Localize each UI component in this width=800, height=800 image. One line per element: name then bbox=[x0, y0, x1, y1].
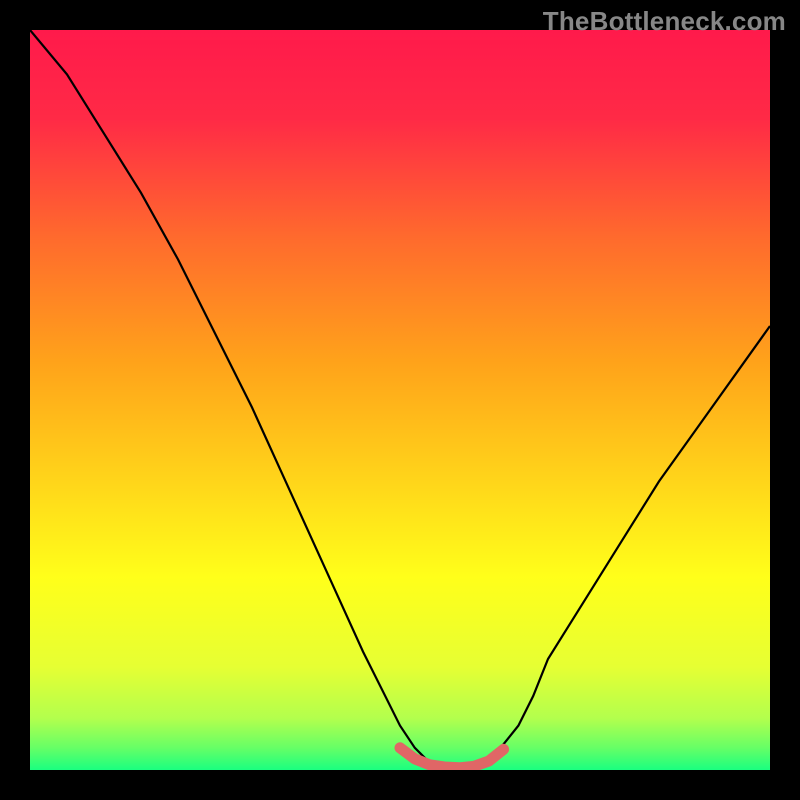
main-curve bbox=[30, 30, 770, 768]
curve-layer bbox=[30, 30, 770, 770]
trough-marker bbox=[400, 748, 504, 768]
plot-area bbox=[30, 30, 770, 770]
watermark-text: TheBottleneck.com bbox=[543, 6, 786, 37]
chart-frame: TheBottleneck.com bbox=[0, 0, 800, 800]
